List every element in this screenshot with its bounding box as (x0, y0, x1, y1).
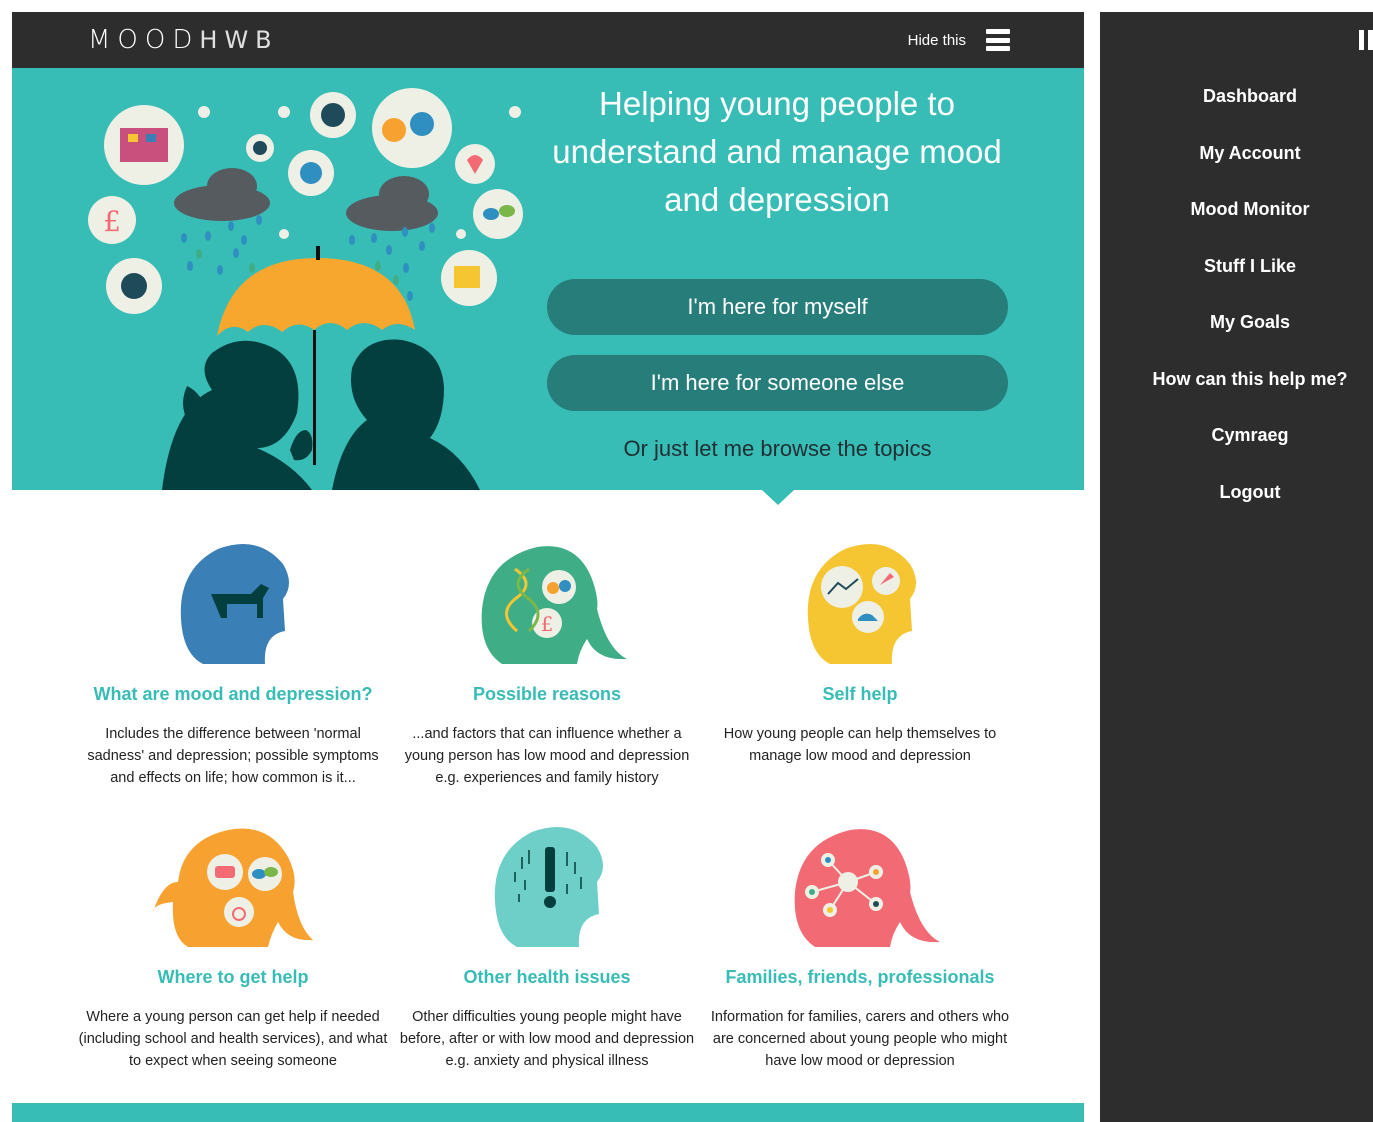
topic-title: What are mood and depression? (93, 684, 373, 704)
side-menu: Dashboard My Account Mood Monitor Stuff … (1100, 12, 1373, 1122)
sidebar-item-logout[interactable]: Logout (1100, 480, 1373, 537)
top-bar: MOODHWB Hide this (12, 12, 1084, 68)
hide-this-label: Hide this (907, 31, 966, 49)
footer-band (12, 1103, 1084, 1122)
hide-this-button[interactable]: Hide this (908, 25, 1010, 55)
pause-icon[interactable] (1359, 30, 1373, 50)
hero-banner: £ Helping young people to understand and… (12, 68, 1084, 490)
topic-title: Possible reasons (472, 684, 622, 704)
svg-text:£: £ (103, 205, 121, 238)
topic-description: Includes the difference between 'normal … (87, 726, 379, 786)
reasons-head-icon: £ (481, 546, 627, 664)
topic-description: Other difficulties young people might ha… (399, 1009, 695, 1069)
main-content: MOODHWB Hide this £ Helping young people… (12, 12, 1084, 1122)
hero-pointer-arrow (762, 490, 794, 505)
topic-description: Where a young person can get help if nee… (78, 1009, 388, 1069)
side-nav: Dashboard My Account Mood Monitor Stuff … (1100, 84, 1373, 536)
sidebar-item-my-goals[interactable]: My Goals (1100, 310, 1373, 367)
network-head-icon (794, 829, 940, 947)
dog-head-icon (180, 544, 289, 664)
topic-what-are-mood-and-depression[interactable]: What are mood and depression? Includes t… (78, 539, 388, 789)
umbrella-illustration: £ (88, 88, 523, 490)
sidebar-item-how-can-this-help-me[interactable]: How can this help me? (1100, 367, 1373, 424)
topic-other-health-issues[interactable]: Other health issues Other difficulties y… (392, 822, 702, 1072)
sidebar-item-dashboard[interactable]: Dashboard (1100, 84, 1373, 141)
topic-description: How young people can help themselves to … (723, 726, 997, 764)
here-for-someone-else-button[interactable]: I'm here for someone else (547, 355, 1008, 411)
sidebar-item-stuff-i-like[interactable]: Stuff I Like (1100, 254, 1373, 311)
topic-families-friends-professionals[interactable]: Families, friends, professionals Informa… (705, 822, 1015, 1072)
sidebar-item-my-account[interactable]: My Account (1100, 141, 1373, 198)
self-help-head-icon (807, 544, 916, 664)
hero-title: Helping young people to understand and m… (552, 85, 1002, 218)
topic-title: Self help (822, 684, 898, 704)
exclamation-head-icon (494, 827, 603, 947)
here-for-myself-button[interactable]: I'm here for myself (547, 279, 1008, 335)
svg-text:£: £ (541, 612, 554, 636)
logo-bold: MOOD (88, 25, 200, 55)
topic-title: Where to get help (157, 967, 309, 987)
browse-topics-link[interactable]: Or just let me browse the topics (547, 436, 1008, 462)
topic-description: Information for families, carers and oth… (710, 1009, 1010, 1069)
sidebar-item-cymraeg[interactable]: Cymraeg (1100, 423, 1373, 480)
hamburger-icon (986, 29, 1010, 51)
logo-thin: HWB (199, 26, 279, 54)
topic-title: Other health issues (463, 967, 631, 987)
topic-title: Families, friends, professionals (725, 967, 995, 987)
topic-self-help[interactable]: Self help How young people can help them… (705, 539, 1015, 767)
help-head-icon (153, 828, 313, 947)
logo[interactable]: MOODHWB (88, 25, 279, 55)
topic-possible-reasons[interactable]: £ Possible reasons ...and factors that c… (392, 539, 702, 789)
sidebar-item-mood-monitor[interactable]: Mood Monitor (1100, 197, 1373, 254)
topic-description: ...and factors that can influence whethe… (404, 726, 690, 786)
topic-where-to-get-help[interactable]: Where to get help Where a young person c… (78, 822, 388, 1072)
